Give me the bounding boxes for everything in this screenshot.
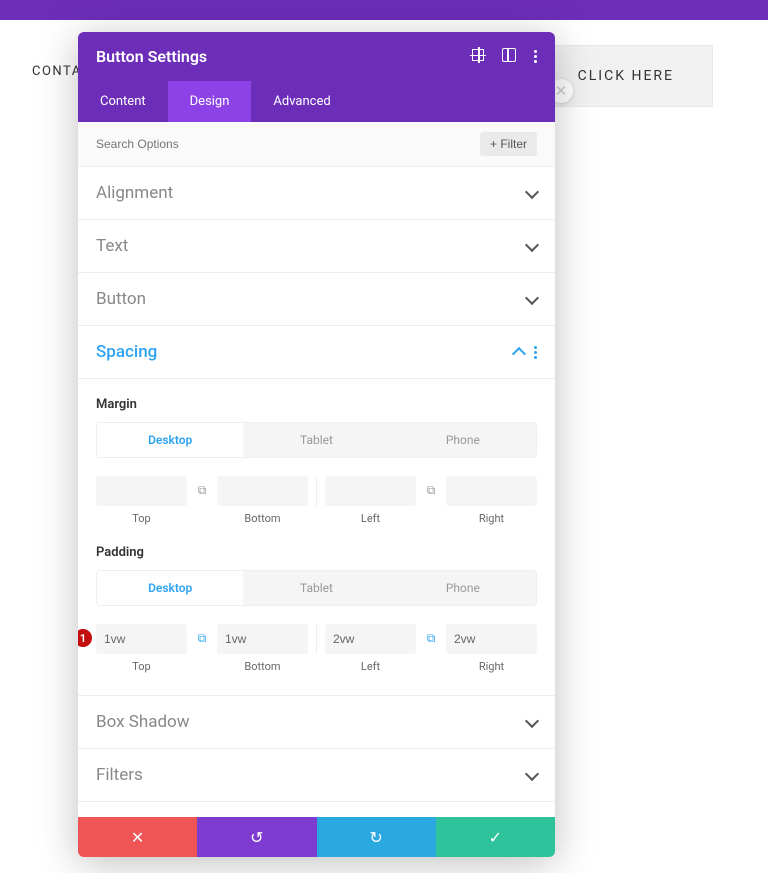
margin-top-input[interactable]	[96, 476, 187, 506]
tab-design[interactable]: Design	[168, 81, 252, 122]
chevron-down-icon	[525, 290, 539, 304]
padding-values: 1 Top ⧉ Bottom Left	[96, 624, 537, 673]
dir-label-left: Left	[325, 660, 416, 673]
margin-label: Margin	[96, 397, 537, 412]
chevron-down-icon	[525, 184, 539, 198]
section-box-shadow[interactable]: Box Shadow	[78, 696, 555, 749]
margin-left-input[interactable]	[325, 476, 416, 506]
link-icon[interactable]: ⧉	[422, 624, 440, 646]
padding-left-input[interactable]	[325, 624, 416, 654]
filter-button[interactable]: + Filter	[480, 132, 537, 156]
padding-label: Padding	[96, 545, 537, 560]
modal-tabs: Content Design Advanced	[78, 81, 555, 122]
dir-label-left: Left	[325, 512, 416, 525]
device-tab-desktop[interactable]: Desktop	[97, 571, 243, 605]
tab-content[interactable]: Content	[78, 81, 168, 122]
device-tab-phone[interactable]: Phone	[390, 571, 536, 605]
margin-values: Top ⧉ Bottom Left ⧉	[96, 476, 537, 525]
section-title: Text	[96, 236, 128, 256]
chevron-down-icon	[525, 237, 539, 251]
search-row: + Filter	[78, 122, 555, 167]
padding-bottom-input[interactable]	[217, 624, 308, 654]
padding-device-tabs: Desktop Tablet Phone	[96, 570, 537, 606]
device-tab-tablet[interactable]: Tablet	[243, 423, 389, 457]
spacing-panel: Margin Desktop Tablet Phone Top ⧉ Bottom	[78, 379, 555, 696]
snap-window-icon[interactable]	[502, 48, 516, 66]
section-text[interactable]: Text	[78, 220, 555, 273]
section-transform[interactable]: Transform	[78, 802, 555, 817]
dir-label-right: Right	[446, 512, 537, 525]
device-tab-tablet[interactable]: Tablet	[243, 571, 389, 605]
section-title: Box Shadow	[96, 712, 190, 732]
modal-header: Button Settings	[78, 32, 555, 81]
dir-label-right: Right	[446, 660, 537, 673]
search-input[interactable]	[96, 137, 480, 151]
section-title: Button	[96, 289, 146, 309]
dir-label-top: Top	[96, 660, 187, 673]
expand-icon[interactable]	[472, 49, 484, 65]
bg-text-left: CONTA	[32, 64, 82, 79]
undo-button[interactable]: ↺	[197, 817, 316, 857]
dir-label-bottom: Bottom	[217, 512, 308, 525]
link-icon[interactable]: ⧉	[193, 624, 211, 646]
section-title: Spacing	[96, 342, 157, 362]
chevron-down-icon	[525, 766, 539, 780]
modal-title: Button Settings	[96, 47, 207, 66]
button-settings-modal: Button Settings Content Design Advanced …	[78, 32, 555, 857]
modal-footer: ✕ ↺ ↻ ✓	[78, 817, 555, 857]
dir-label-top: Top	[96, 512, 187, 525]
dir-label-bottom: Bottom	[217, 660, 308, 673]
device-tab-phone[interactable]: Phone	[390, 423, 536, 457]
save-button[interactable]: ✓	[436, 817, 555, 857]
step-badge: 1	[78, 629, 92, 647]
link-icon[interactable]: ⧉	[422, 476, 440, 498]
redo-button[interactable]: ↻	[317, 817, 436, 857]
margin-device-tabs: Desktop Tablet Phone	[96, 422, 537, 458]
section-title: Filters	[96, 765, 143, 785]
link-icon[interactable]: ⧉	[193, 476, 211, 498]
divider	[316, 476, 317, 506]
section-button[interactable]: Button	[78, 273, 555, 326]
section-alignment[interactable]: Alignment	[78, 167, 555, 220]
app-top-bar	[0, 0, 768, 20]
chevron-down-icon	[525, 713, 539, 727]
device-tab-desktop[interactable]: Desktop	[97, 423, 243, 457]
section-title: Alignment	[96, 183, 173, 203]
margin-right-input[interactable]	[446, 476, 537, 506]
margin-bottom-input[interactable]	[217, 476, 308, 506]
tab-advanced[interactable]: Advanced	[251, 81, 352, 122]
section-spacing-header[interactable]: Spacing	[78, 326, 555, 379]
header-more-icon[interactable]	[534, 50, 537, 63]
divider	[316, 624, 317, 654]
section-filters[interactable]: Filters	[78, 749, 555, 802]
cancel-button[interactable]: ✕	[78, 817, 197, 857]
modal-body: + Filter Alignment Text Button Spacing M…	[78, 122, 555, 817]
padding-top-input[interactable]	[96, 624, 187, 654]
chevron-up-icon	[512, 346, 526, 360]
section-more-icon[interactable]	[534, 346, 537, 359]
padding-right-input[interactable]	[446, 624, 537, 654]
